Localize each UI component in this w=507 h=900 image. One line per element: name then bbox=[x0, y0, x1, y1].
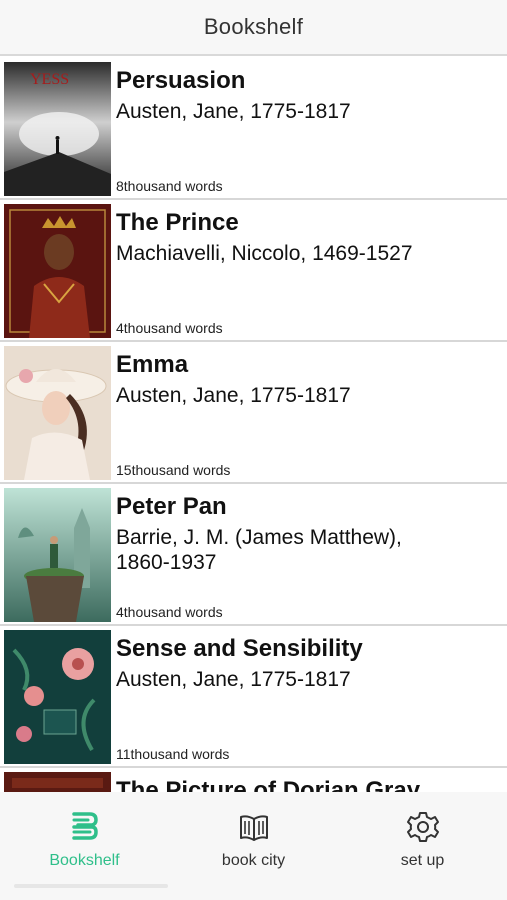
book-title: Sense and Sensibility bbox=[116, 635, 363, 662]
book-author: Austen, Jane, 1775-1817 bbox=[116, 384, 351, 407]
gear-icon bbox=[406, 812, 439, 842]
app-screen: Bookshelf YESS Persuasion Austen, Jane, … bbox=[0, 0, 507, 900]
book-info: Emma Austen, Jane, 1775-1817 15thousand … bbox=[116, 350, 501, 482]
svg-text:YESS: YESS bbox=[30, 71, 69, 88]
top-bar: Bookshelf bbox=[0, 0, 507, 56]
book-author: Barrie, J. M. (James Matthew), 1860-1937 bbox=[116, 526, 402, 574]
book-title: The Picture of Dorian Gray bbox=[116, 777, 421, 792]
book-cover[interactable]: YESS bbox=[4, 62, 111, 196]
book-info: Sense and Sensibility Austen, Jane, 1775… bbox=[116, 634, 501, 766]
book-item[interactable]: The Prince Machiavelli, Niccolo, 1469-15… bbox=[0, 200, 507, 342]
book-item[interactable]: The Picture of Dorian Gray bbox=[0, 768, 507, 792]
book-title: Persuasion bbox=[116, 67, 246, 94]
book-title: The Prince bbox=[116, 209, 239, 236]
book-title: Emma bbox=[116, 351, 189, 378]
book-cover[interactable] bbox=[4, 630, 111, 764]
book-word-count: 4thousand words bbox=[116, 604, 223, 620]
nav-book-city-label: book city bbox=[221, 852, 286, 869]
emma-cover bbox=[4, 346, 111, 480]
book-info: The Picture of Dorian Gray bbox=[116, 776, 501, 792]
book-word-count: 4thousand words bbox=[116, 320, 223, 336]
nav-book-city[interactable]: book city bbox=[169, 792, 338, 900]
book-author: Austen, Jane, 1775-1817 bbox=[116, 100, 351, 123]
book-title: Peter Pan bbox=[116, 493, 227, 520]
peter-pan-cover bbox=[4, 488, 111, 622]
book-list[interactable]: YESS Persuasion Austen, Jane, 1775-1817 … bbox=[0, 58, 507, 792]
book-author: Machiavelli, Niccolo, 1469-1527 bbox=[116, 242, 413, 265]
book-item[interactable]: Sense and Sensibility Austen, Jane, 1775… bbox=[0, 626, 507, 768]
book-cover[interactable] bbox=[4, 772, 111, 792]
book-item[interactable]: YESS Persuasion Austen, Jane, 1775-1817 … bbox=[0, 58, 507, 200]
sense-cover bbox=[4, 630, 111, 764]
nav-set-up[interactable]: set up bbox=[338, 792, 507, 900]
page-title: Bookshelf bbox=[203, 14, 304, 39]
book-word-count: 8thousand words bbox=[116, 178, 223, 194]
dorian-cover bbox=[4, 772, 111, 792]
book-cover[interactable] bbox=[4, 346, 111, 480]
open-book-icon bbox=[239, 815, 268, 841]
book-cover[interactable] bbox=[4, 204, 111, 338]
book-cover[interactable] bbox=[4, 488, 111, 622]
nav-set-up-label: set up bbox=[400, 852, 445, 869]
book-item[interactable]: Peter Pan Barrie, J. M. (James Matthew),… bbox=[0, 484, 507, 626]
prince-cover bbox=[4, 204, 111, 338]
nav-bookshelf-label: Bookshelf bbox=[49, 852, 120, 869]
book-info: Persuasion Austen, Jane, 1775-1817 8thou… bbox=[116, 66, 501, 198]
book-word-count: 15thousand words bbox=[116, 462, 231, 478]
home-indicator bbox=[14, 884, 168, 888]
book-info: Peter Pan Barrie, J. M. (James Matthew),… bbox=[116, 492, 501, 624]
book-author: Austen, Jane, 1775-1817 bbox=[116, 668, 351, 691]
book-info: The Prince Machiavelli, Niccolo, 1469-15… bbox=[116, 208, 501, 340]
bookshelf-icon bbox=[71, 812, 98, 840]
book-word-count: 11thousand words bbox=[116, 746, 230, 762]
persuasion-cover: YESS bbox=[4, 62, 111, 196]
book-item[interactable]: Emma Austen, Jane, 1775-1817 15thousand … bbox=[0, 342, 507, 484]
